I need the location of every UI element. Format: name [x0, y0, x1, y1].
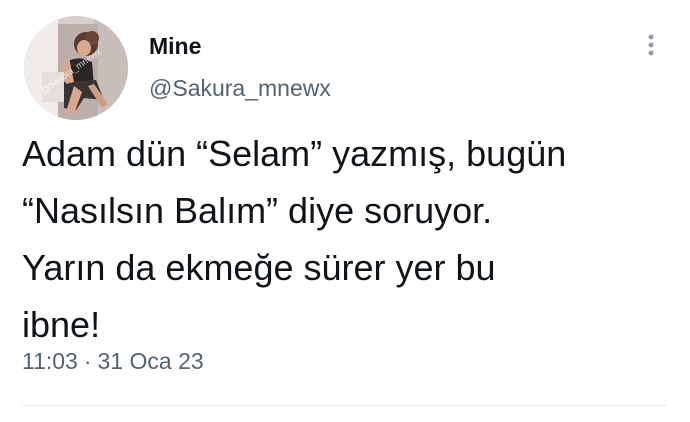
more-options-button[interactable]: [637, 30, 665, 62]
author-display-name[interactable]: Mine: [149, 33, 201, 60]
meta-separator: ·: [83, 348, 92, 374]
tweet-text: Adam dün “Selam” yazmış, bugün “Nasılsın…: [22, 133, 567, 345]
more-vertical-icon: [648, 34, 654, 56]
divider: [22, 405, 667, 406]
avatar-photo: @Sakura_mnewx: [24, 16, 128, 120]
tweet-date[interactable]: 31 Oca 23: [98, 348, 204, 375]
avatar[interactable]: @Sakura_mnewx: [24, 16, 128, 120]
author-handle[interactable]: @Sakura_mnewx: [149, 75, 331, 102]
tweet: @Sakura_mnewx Mine @Sakura_mnewx Adam dü…: [0, 0, 690, 422]
tweet-time[interactable]: 11:03: [22, 348, 78, 375]
tweet-meta: 11:03 · 31 Oca 23: [22, 348, 204, 375]
